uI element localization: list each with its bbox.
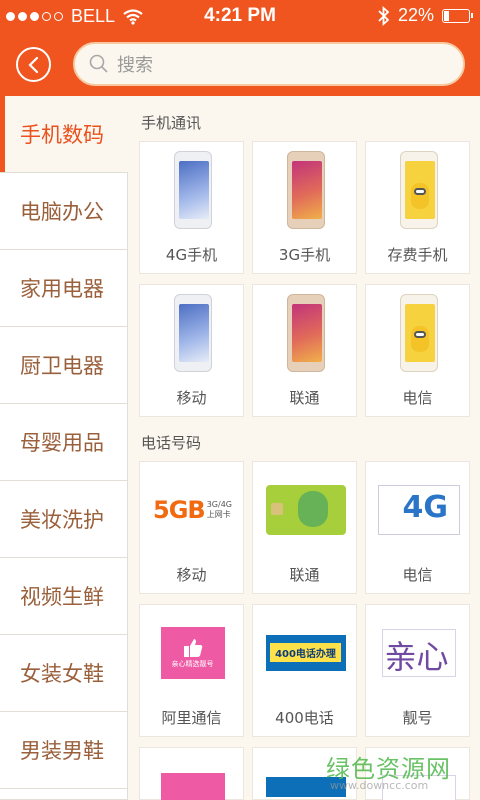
product-label: 4G手机 bbox=[165, 246, 218, 264]
xin-logo: 亲心 bbox=[384, 637, 449, 676]
sidebar-item-women-fashion[interactable]: 女装女鞋 bbox=[0, 635, 128, 712]
sidebar-item-kitchen-bath[interactable]: 厨卫电器 bbox=[0, 327, 128, 404]
product-card[interactable]: 亲心 靓号 bbox=[365, 604, 470, 737]
sidebar-item-men-fashion[interactable]: 男装男鞋 bbox=[0, 712, 128, 789]
phone-image bbox=[140, 285, 245, 380]
product-card[interactable]: 3G手机 bbox=[252, 141, 357, 274]
watermark: 绿色资源网 www.downcc.com bbox=[310, 745, 480, 800]
thumbs-up-icon bbox=[183, 638, 202, 657]
phone-image bbox=[253, 142, 358, 237]
product-card[interactable] bbox=[139, 747, 244, 800]
data-card-image: 5GB 3G/4G 上网卡 bbox=[140, 462, 245, 557]
top-header: 搜索 bbox=[0, 32, 480, 96]
product-card[interactable]: 联通 bbox=[252, 461, 357, 594]
search-icon bbox=[89, 54, 108, 73]
sidebar-item-label: 视频生鲜 bbox=[20, 585, 104, 609]
number-card-image: 亲心精选靓号 bbox=[140, 605, 245, 700]
sim-card-image bbox=[253, 462, 358, 557]
product-label: 移动 bbox=[176, 389, 207, 407]
number-card-image: 400电话办理 bbox=[253, 605, 358, 700]
sim-card-image: 4G bbox=[366, 462, 471, 557]
400-banner-text: 400电话办理 bbox=[270, 643, 341, 662]
product-card[interactable]: 4G手机 bbox=[139, 141, 244, 274]
product-card[interactable]: 亲心精选靓号 阿里通信 bbox=[139, 604, 244, 737]
section-title-numbers: 电话号码 bbox=[141, 434, 202, 452]
product-label: 靓号 bbox=[402, 709, 433, 727]
product-label: 联通 bbox=[289, 566, 320, 584]
product-card[interactable]: 400电话办理 400电话 bbox=[252, 604, 357, 737]
number-card-image bbox=[140, 748, 245, 800]
sidebar-item-label: 男装男鞋 bbox=[20, 739, 104, 763]
battery-percent: 22% bbox=[397, 5, 434, 25]
phone-image bbox=[366, 142, 471, 237]
product-card[interactable]: 联通 bbox=[252, 284, 357, 417]
product-label: 400电话 bbox=[275, 709, 334, 727]
search-input[interactable]: 搜索 bbox=[73, 42, 465, 86]
pink-card-text: 亲心精选靓号 bbox=[171, 659, 214, 668]
sidebar-item-video-fresh[interactable]: 视频生鲜 bbox=[0, 558, 128, 635]
product-card[interactable]: 4G 电信 bbox=[365, 461, 470, 594]
phone-image bbox=[253, 285, 358, 380]
bluetooth-icon bbox=[378, 5, 390, 26]
sidebar-item-home-appliances[interactable]: 家用电器 bbox=[0, 250, 128, 327]
sidebar-item-beauty-care[interactable]: 美妆洗护 bbox=[0, 481, 128, 558]
network-type-text: 3G/4G bbox=[206, 499, 232, 509]
sidebar-item-computer-office[interactable]: 电脑办公 bbox=[0, 173, 128, 250]
product-card[interactable]: 移动 bbox=[139, 284, 244, 417]
number-card-image: 亲心 bbox=[366, 605, 471, 700]
sidebar-item-label: 女装女鞋 bbox=[20, 662, 104, 686]
category-sidebar: 手机数码 电脑办公 家用电器 厨卫电器 母婴用品 美妆洗护 视频生鲜 女装女鞋 … bbox=[0, 96, 128, 800]
sidebar-item-phones-digital[interactable]: 手机数码 bbox=[0, 96, 128, 173]
phone-image bbox=[366, 285, 471, 380]
category-content: 手机通讯 4G手机 3G手机 存费手机 移动 联通 电信 电话号码 5GB 3G… bbox=[128, 96, 480, 800]
sidebar-item-label: 家用电器 bbox=[20, 277, 104, 301]
sidebar-item-mother-baby[interactable]: 母婴用品 bbox=[0, 404, 128, 481]
sidebar-item-label: 美妆洗护 bbox=[20, 508, 104, 532]
product-label: 电信 bbox=[402, 389, 433, 407]
search-placeholder: 搜索 bbox=[117, 55, 153, 76]
product-label: 存费手机 bbox=[387, 246, 448, 264]
product-label: 阿里通信 bbox=[161, 709, 222, 727]
sidebar-item-label: 厨卫电器 bbox=[20, 354, 104, 378]
4g-logo: 4G bbox=[402, 489, 449, 525]
product-card[interactable]: 存费手机 bbox=[365, 141, 470, 274]
product-card[interactable]: 电信 bbox=[365, 284, 470, 417]
chevron-left-icon bbox=[27, 56, 38, 73]
section-title-phones: 手机通讯 bbox=[141, 114, 202, 132]
5gb-logo: 5GB bbox=[153, 495, 206, 524]
watermark-url: www.downcc.com bbox=[330, 779, 429, 792]
sidebar-item-label: 母婴用品 bbox=[20, 431, 104, 455]
sidebar-item-more[interactable] bbox=[0, 789, 128, 800]
back-button[interactable] bbox=[16, 47, 51, 82]
status-bar: BELL 4:21 PM 22% bbox=[0, 0, 480, 32]
product-label: 电信 bbox=[402, 566, 433, 584]
product-label: 联通 bbox=[289, 389, 320, 407]
battery-icon bbox=[442, 8, 473, 23]
sidebar-item-label: 手机数码 bbox=[20, 123, 104, 147]
product-card[interactable]: 5GB 3G/4G 上网卡 移动 bbox=[139, 461, 244, 594]
product-label: 3G手机 bbox=[278, 246, 331, 264]
phone-image bbox=[140, 142, 245, 237]
data-card-text: 上网卡 bbox=[206, 509, 231, 519]
product-label: 移动 bbox=[176, 566, 207, 584]
sidebar-item-label: 电脑办公 bbox=[20, 200, 104, 224]
